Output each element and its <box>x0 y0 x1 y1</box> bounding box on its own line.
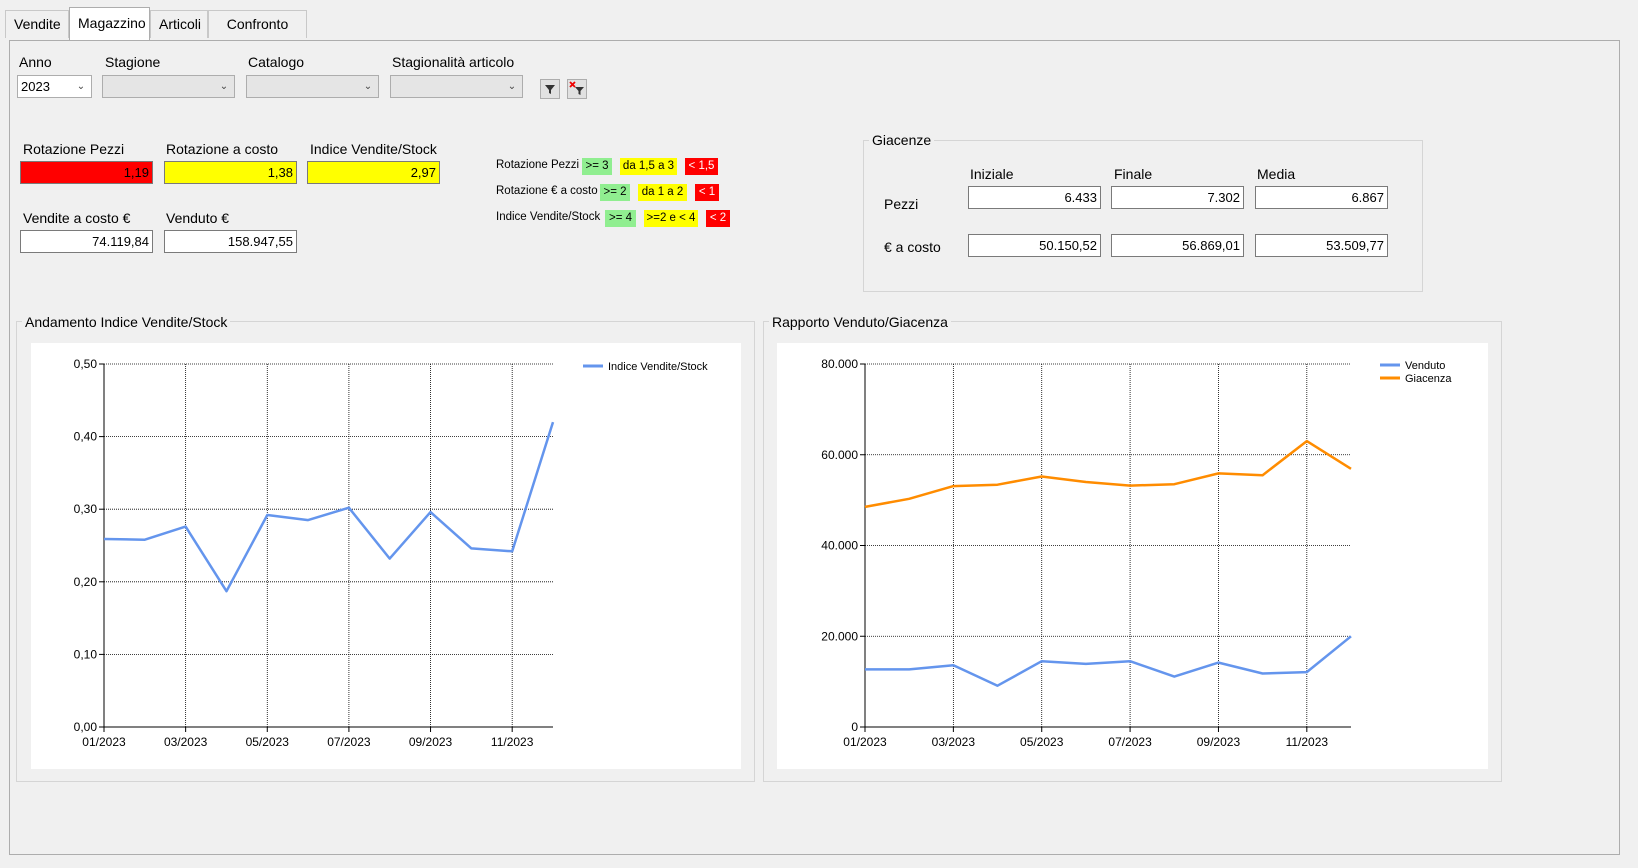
anno-value: 2023 <box>21 79 50 94</box>
stagionalita-select[interactable]: ⌄ <box>390 75 523 98</box>
x-tick-label: 03/2023 <box>932 735 976 749</box>
col-finale-header: Finale <box>1114 166 1153 182</box>
costo-iniziale-field[interactable]: 50.150,52 <box>968 234 1101 257</box>
threshold-rotazione-pezzi-label: Rotazione Pezzi <box>496 159 580 171</box>
y-tick-label: 80.000 <box>821 357 858 371</box>
threshold-indice-label: Indice Vendite/Stock <box>496 211 601 223</box>
chevron-down-icon: ⌄ <box>363 81 373 92</box>
filter-icon <box>545 85 555 94</box>
chevron-down-icon: ⌄ <box>507 81 517 92</box>
chart2-title: Rapporto Venduto/Giacenza <box>769 314 951 330</box>
tab-magazzino[interactable]: Magazzino <box>69 7 150 40</box>
pezzi-finale-field[interactable]: 7.302 <box>1111 186 1244 209</box>
threshold-yellow-badge: da 1,5 a 3 <box>620 158 677 175</box>
costo-finale-field[interactable]: 56.869,01 <box>1111 234 1244 257</box>
x-tick-label: 03/2023 <box>164 735 208 749</box>
rotazione-pezzi-label: Rotazione Pezzi <box>23 141 125 157</box>
rotazione-costo-field[interactable]: 1,38 <box>164 161 297 184</box>
tab-vendite[interactable]: Vendite <box>5 10 69 38</box>
chevron-down-icon: ⌄ <box>76 81 86 92</box>
x-tick-label: 11/2023 <box>1286 735 1329 749</box>
threshold-green-badge: >= 4 <box>605 210 636 227</box>
clear-filter-icon <box>569 81 584 95</box>
legend-label: Indice Vendite/Stock <box>608 361 708 373</box>
y-tick-label: 60.000 <box>821 448 858 462</box>
venduto-label: Venduto € <box>166 210 230 226</box>
pezzi-iniziale-field[interactable]: 6.433 <box>968 186 1101 209</box>
x-tick-label: 09/2023 <box>1197 735 1241 749</box>
x-tick-label: 05/2023 <box>1020 735 1064 749</box>
y-tick-label: 0,30 <box>74 502 98 516</box>
anno-select[interactable]: 2023 ⌄ <box>17 75 92 98</box>
y-tick-label: 0,20 <box>74 575 98 589</box>
threshold-yellow-badge: da 1 a 2 <box>638 184 687 201</box>
x-tick-label: 07/2023 <box>1108 735 1152 749</box>
row-pezzi-label: Pezzi <box>884 196 919 212</box>
threshold-green-badge: >= 3 <box>582 158 612 175</box>
y-tick-label: 0,00 <box>74 720 98 734</box>
costo-media-field[interactable]: 53.509,77 <box>1255 234 1388 257</box>
x-tick-label: 01/2023 <box>82 735 126 749</box>
x-tick-label: 07/2023 <box>327 735 371 749</box>
y-tick-label: 40.000 <box>821 539 858 553</box>
row-costo-label: € a costo <box>884 239 941 255</box>
indice-label: Indice Vendite/Stock <box>310 141 437 157</box>
legend-label: Venduto <box>1405 360 1445 372</box>
threshold-red-badge: < 1 <box>695 184 719 201</box>
catalogo-label: Catalogo <box>248 54 305 70</box>
threshold-red-badge: < 2 <box>706 210 730 227</box>
legend-label: Giacenza <box>1405 373 1452 385</box>
tab-confronto-anni[interactable]: Confronto Anni <box>208 10 307 58</box>
x-tick-label: 05/2023 <box>246 735 290 749</box>
giacenze-title: Giacenze <box>869 132 935 148</box>
giacenze-group <box>863 140 1423 292</box>
threshold-yellow-badge: >=2 e < 4 <box>644 210 698 227</box>
apply-filter-button[interactable] <box>540 79 560 99</box>
threshold-green-badge: >= 2 <box>600 184 630 201</box>
anno-label: Anno <box>19 54 52 70</box>
threshold-red-badge: < 1,5 <box>685 158 718 175</box>
stagionalita-label: Stagionalità articolo <box>392 54 515 70</box>
catalogo-select[interactable]: ⌄ <box>246 75 379 98</box>
rapporto-chart: 0 20.000 40.000 60.000 80.000 01/2023 03/2023 0… <box>777 343 1488 769</box>
y-tick-label: 0,50 <box>74 357 98 371</box>
indice-field[interactable]: 2,97 <box>307 161 440 184</box>
y-tick-label: 0,10 <box>74 647 98 661</box>
plot-background <box>31 343 741 769</box>
venduto-field[interactable]: 158.947,55 <box>164 230 297 253</box>
clear-filter-button[interactable] <box>567 79 587 99</box>
col-media-header: Media <box>1257 166 1296 182</box>
y-tick-label: 20.000 <box>821 629 858 643</box>
rotazione-costo-label: Rotazione a costo <box>166 141 279 157</box>
chart1-title: Andamento Indice Vendite/Stock <box>22 314 231 330</box>
x-tick-label: 01/2023 <box>843 735 887 749</box>
x-tick-label: 09/2023 <box>409 735 453 749</box>
col-iniziale-header: Iniziale <box>970 166 1014 182</box>
y-tick-label: 0 <box>851 720 858 734</box>
threshold-rotazione-costo-label: Rotazione € a costo <box>496 185 598 197</box>
vendite-costo-field[interactable]: 74.119,84 <box>20 230 153 253</box>
stagione-label: Stagione <box>105 54 161 70</box>
stagione-select[interactable]: ⌄ <box>102 75 235 98</box>
tab-articoli[interactable]: Articoli <box>150 10 208 38</box>
x-tick-label: 11/2023 <box>491 735 534 749</box>
indice-chart: 0,00 0,10 0,20 0,30 0,40 0,50 01/2023 03/2023 05… <box>31 343 741 769</box>
chevron-down-icon: ⌄ <box>219 81 229 92</box>
plot-background <box>777 343 1488 769</box>
pezzi-media-field[interactable]: 6.867 <box>1255 186 1388 209</box>
vendite-costo-label: Vendite a costo € <box>23 210 131 226</box>
rotazione-pezzi-field[interactable]: 1,19 <box>20 161 153 184</box>
y-tick-label: 0,40 <box>74 430 98 444</box>
